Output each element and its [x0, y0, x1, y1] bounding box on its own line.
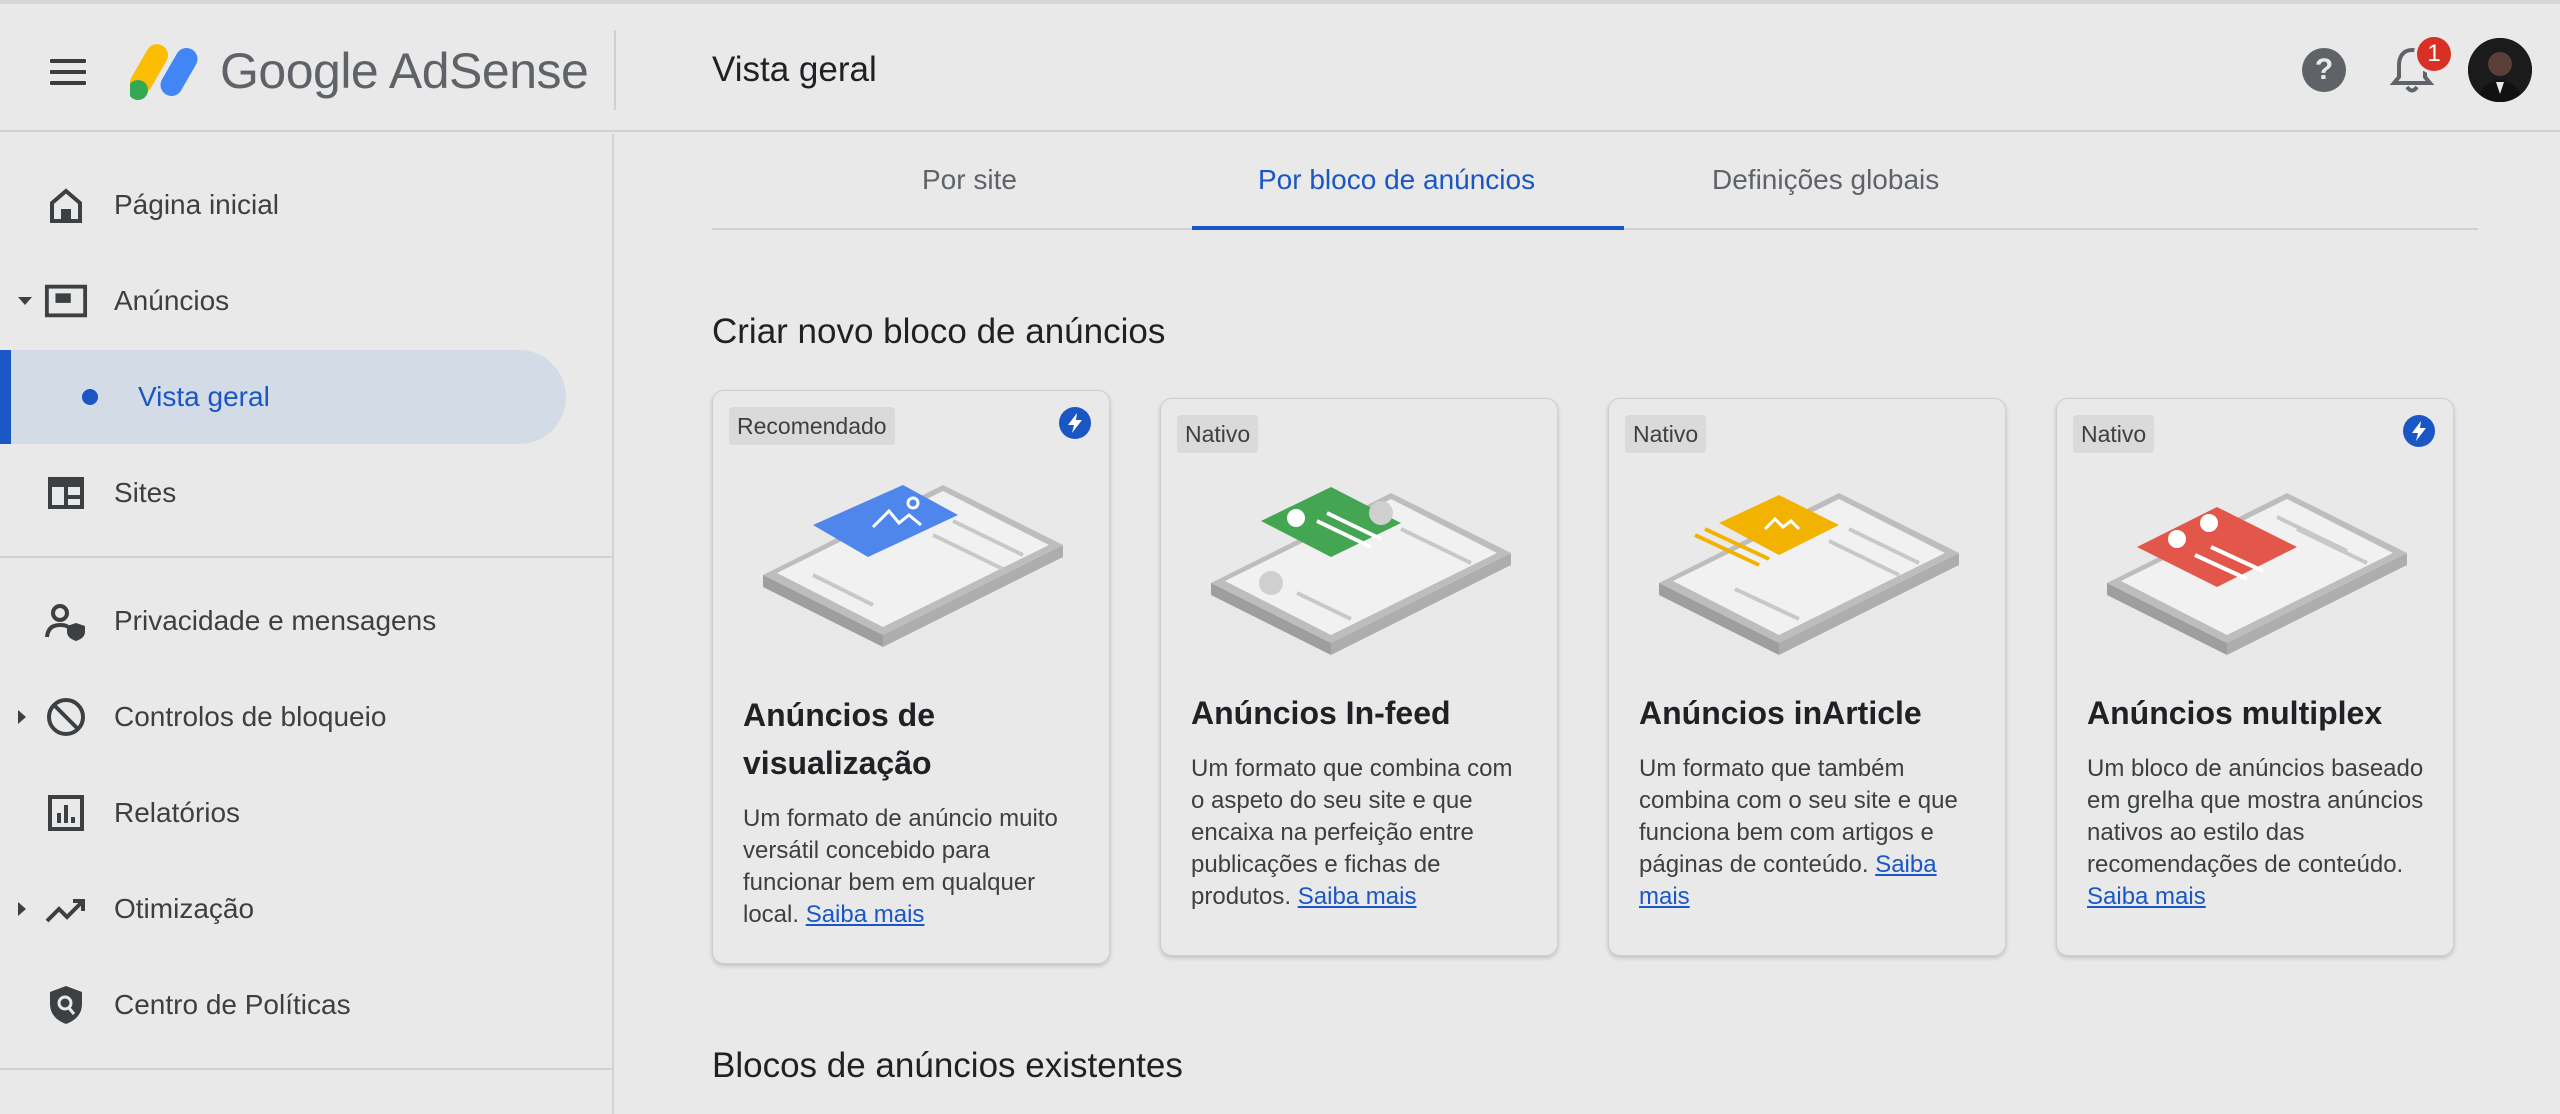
sidebar-item-reports[interactable]: Relatórios [0, 766, 566, 860]
sidebar-nav: Página inicial Anúncios Vista geral Site… [0, 134, 614, 1114]
sidebar-item-policy-center[interactable]: Centro de Políticas [0, 958, 566, 1052]
bolt-icon [1059, 407, 1091, 439]
sites-icon [44, 471, 88, 515]
active-tab-indicator [1192, 226, 1624, 230]
brand-product-text: AdSense [388, 43, 589, 99]
sidebar-item-optimization[interactable]: Otimização [0, 862, 566, 956]
avatar-icon [2468, 38, 2532, 102]
active-dot-icon [82, 389, 98, 405]
ads-icon [44, 279, 88, 323]
existing-section-title: Blocos de anúncios existentes [712, 1046, 1183, 1085]
native-chip: Nativo [1177, 415, 1259, 453]
sidebar-item-label: Relatórios [114, 797, 241, 828]
sidebar-item-label: Privacidade e mensagens [114, 605, 437, 636]
menu-icon-bar [50, 59, 86, 63]
sidebar-divider [0, 556, 614, 558]
card-description: Um bloco de anúncios baseado em grelha q… [2087, 753, 2427, 913]
sidebar-item-label: Controlos de bloqueio [114, 701, 387, 732]
main-content: Por site Por bloco de anúncios Definiçõe… [616, 134, 2560, 1114]
in-article-ad-illustration [1659, 493, 1959, 655]
sidebar-item-label: Sites [114, 477, 177, 508]
in-feed-ad-illustration [1211, 487, 1511, 655]
learn-more-link[interactable]: Saiba mais [806, 901, 925, 928]
card-title: Anúncios multiplex [2087, 695, 2383, 731]
sidebar-item-label: Vista geral [138, 381, 270, 412]
card-title: Anúncios In-feed [1191, 695, 1451, 731]
ad-type-card-in-feed[interactable]: Nativo Anúncios In-feed Um formato que c… [1160, 398, 1558, 956]
account-avatar[interactable] [2468, 38, 2532, 102]
card-description-text: Um bloco de anúncios baseado em grelha q… [2087, 755, 2424, 878]
native-chip: Nativo [1625, 415, 1707, 453]
notification-count-badge: 1 [2414, 34, 2454, 74]
learn-more-link[interactable]: Saiba mais [2087, 883, 2206, 910]
main-menu-button[interactable] [40, 44, 96, 100]
brand-wordmark[interactable]: Google AdSense [220, 42, 589, 100]
tab-by-site[interactable]: Por site [922, 164, 1017, 196]
sidebar-item-privacy[interactable]: Privacidade e mensagens [0, 574, 566, 668]
sidebar-item-label: Página inicial [114, 189, 279, 220]
block-icon [44, 695, 88, 739]
ad-type-card-in-article[interactable]: Nativo Anúncios inArticle Um formato que… [1608, 398, 2006, 956]
collapsed-caret-icon [18, 902, 26, 916]
ad-type-card-multiplex[interactable]: Nativo Anúncios multiplex Um bloco de an… [2056, 398, 2454, 956]
display-ad-illustration [763, 485, 1063, 647]
create-section-title: Criar novo bloco de anúncios [712, 312, 1166, 351]
header-divider [614, 30, 616, 110]
trending-up-icon [44, 887, 88, 931]
top-app-bar: Google AdSense Vista geral ? 1 [0, 4, 2560, 132]
collapsed-caret-icon [18, 710, 26, 724]
sidebar-item-overview[interactable]: Vista geral [0, 350, 566, 444]
native-chip: Nativo [2073, 415, 2155, 453]
card-description: Um formato que combina com o aspeto do s… [1191, 753, 1531, 913]
home-icon [44, 183, 88, 227]
card-title-line: visualização [743, 745, 932, 781]
sidebar-item-label: Anúncios [114, 285, 230, 316]
card-title-line: Anúncios de [743, 697, 936, 733]
multiplex-ad-illustration [2107, 493, 2407, 655]
learn-more-link[interactable]: Saiba mais [1298, 883, 1417, 910]
bolt-icon [2403, 415, 2435, 447]
sidebar-item-blocking-controls[interactable]: Controlos de bloqueio [0, 670, 566, 764]
menu-icon-bar [50, 70, 86, 74]
sidebar-divider [0, 1068, 614, 1070]
recommended-chip: Recomendado [729, 407, 895, 445]
tab-global-settings[interactable]: Definições globais [1712, 164, 1939, 196]
card-title: Anúncios inArticle [1639, 695, 1922, 731]
card-description: Um formato que também combina com o seu … [1639, 753, 1979, 913]
expand-caret-icon [18, 297, 32, 305]
policy-shield-icon [44, 983, 88, 1027]
sidebar-item-home[interactable]: Página inicial [0, 158, 566, 252]
brand-google-text: Google [220, 43, 379, 99]
menu-icon-bar [50, 81, 86, 85]
card-title: Anúncios de visualização [743, 691, 935, 787]
tab-by-ad-unit[interactable]: Por bloco de anúncios [1258, 164, 1535, 196]
card-description: Um formato de anúncio muito versátil con… [743, 803, 1083, 931]
sidebar-item-sites[interactable]: Sites [0, 446, 566, 540]
ad-type-card-display[interactable]: Recomendado Anúncios de visualização Um … [712, 390, 1110, 964]
privacy-icon [44, 599, 88, 643]
reports-icon [44, 791, 88, 835]
tab-bar: Por site Por bloco de anúncios Definiçõe… [712, 134, 2478, 230]
sidebar-item-ads[interactable]: Anúncios [0, 254, 566, 348]
sidebar-item-label: Centro de Políticas [114, 989, 351, 1020]
help-icon[interactable]: ? [2302, 48, 2346, 92]
page-title: Vista geral [712, 50, 877, 89]
sidebar-item-label: Otimização [114, 893, 255, 924]
